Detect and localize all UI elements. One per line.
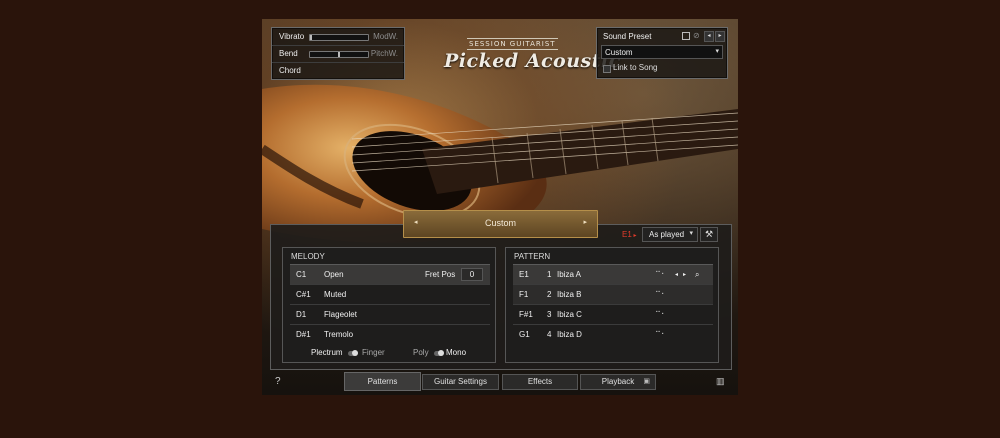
vibrato-slider-fill — [310, 35, 312, 40]
as-played-dropdown[interactable]: As played ▾ — [642, 227, 698, 242]
vibrato-source[interactable]: ModW. — [373, 32, 398, 41]
pattern-panel: PATTERN E1 1 Ibiza A ⠉⠂ ◂ ▸ ⌕ F1 2 Ibiza… — [505, 247, 719, 363]
selector-value: Custom — [484, 218, 516, 228]
tab-playback[interactable]: Playback ▣ — [580, 374, 656, 390]
chord-row[interactable]: Chord — [272, 62, 404, 79]
tab-label: Patterns — [367, 377, 398, 386]
bend-slider[interactable] — [309, 51, 369, 58]
logo-subtitle: SESSION GUITARIST — [467, 38, 558, 50]
pattern-name: Ibiza C — [557, 310, 582, 319]
melody-name: Tremolo — [324, 330, 354, 339]
poly-label: Poly — [413, 348, 429, 357]
pattern-row[interactable]: F#1 3 Ibiza C ⠉⠂ — [513, 304, 713, 324]
tab-guitar-settings[interactable]: Guitar Settings — [422, 374, 499, 390]
pattern-key: E1 — [519, 270, 529, 279]
melody-key: D#1 — [296, 330, 311, 339]
pattern-selector-bar[interactable]: ◂ Custom ▸ — [403, 210, 598, 238]
bend-row: Bend PitchW. — [272, 45, 404, 63]
melody-name: Flageolet — [324, 310, 357, 319]
pattern-row[interactable]: G1 4 Ibiza D ⠉⠂ — [513, 324, 713, 344]
vibrato-label: Vibrato — [279, 32, 305, 41]
pattern-number: 3 — [547, 310, 552, 319]
melody-name: Muted — [324, 290, 347, 299]
bend-label: Bend — [279, 49, 298, 58]
preset-prev-button[interactable]: ◂ — [704, 31, 714, 42]
tab-label: Effects — [527, 377, 553, 386]
pattern-steps-icon[interactable]: ⠉⠂ — [655, 310, 667, 319]
bend-source[interactable]: PitchW. — [371, 49, 398, 58]
chevron-down-icon: ▾ — [689, 230, 693, 237]
melody-row[interactable]: D1 Flageolet — [290, 304, 490, 324]
pattern-row[interactable]: F1 2 Ibiza B ⠉⠂ — [513, 284, 713, 304]
melody-header: MELODY — [291, 252, 325, 261]
pattern-number: 1 — [547, 270, 552, 279]
fret-pos-label: Fret Pos — [425, 270, 456, 279]
tab-patterns[interactable]: Patterns — [344, 372, 421, 391]
logo-title: Picked Acoustic — [444, 50, 621, 72]
finger-label: Finger — [362, 348, 385, 357]
pattern-prev-icon[interactable]: ◂ — [675, 271, 678, 278]
plectrum-finger-toggle[interactable]: Plectrum Finger — [311, 346, 391, 360]
search-icon[interactable]: ⌕ — [695, 270, 699, 280]
pattern-steps-icon[interactable]: ⠉⠂ — [655, 290, 667, 299]
melody-row[interactable]: D#1 Tremolo — [290, 324, 490, 344]
pattern-steps-icon[interactable]: ⠉⠂ — [655, 270, 667, 279]
link-to-song-checkbox[interactable] — [603, 65, 611, 73]
pattern-key: G1 — [519, 330, 530, 339]
vibrato-row: Vibrato ModW. — [272, 28, 404, 46]
wrench-button[interactable]: ⚒ — [700, 227, 718, 242]
melody-key: C#1 — [296, 290, 311, 299]
plectrum-label: Plectrum — [311, 348, 343, 357]
pattern-key-indicator[interactable]: E1 ▸ — [622, 230, 636, 239]
pattern-number: 2 — [547, 290, 552, 299]
tab-effects[interactable]: Effects — [502, 374, 578, 390]
pattern-number: 4 — [547, 330, 552, 339]
pattern-name: Ibiza B — [557, 290, 582, 299]
pattern-steps-icon[interactable]: ⠉⠂ — [655, 330, 667, 339]
selector-next-arrow[interactable]: ▸ — [583, 218, 587, 226]
pattern-name: Ibiza D — [557, 330, 582, 339]
mono-label: Mono — [446, 348, 467, 357]
chevron-down-icon: ▾ — [715, 48, 719, 55]
melody-key: D1 — [296, 310, 307, 319]
pattern-row[interactable]: E1 1 Ibiza A ⠉⠂ ◂ ▸ ⌕ — [513, 264, 713, 284]
chord-label: Chord — [279, 66, 301, 75]
melody-name: Open — [324, 270, 344, 279]
bottom-tab-bar: ? Patterns Guitar Settings Effects Playb… — [262, 372, 738, 395]
sound-preset-panel: Sound Preset ⊘ ◂ ▸ Custom ▾ Link to Song — [596, 27, 728, 79]
pattern-name: Ibiza A — [557, 270, 582, 279]
poly-mono-switch[interactable] — [434, 350, 444, 356]
pattern-key: F#1 — [519, 310, 533, 319]
melody-panel: MELODY C1 Open Fret Pos 0 C#1 Muted D1 F… — [282, 247, 496, 363]
preset-dropdown[interactable]: Custom ▾ — [601, 45, 723, 59]
fret-pos-field[interactable]: 0 — [461, 268, 483, 281]
lock-icon: ▣ — [643, 378, 650, 385]
vibrato-slider[interactable] — [309, 34, 369, 41]
plectrum-finger-switch[interactable] — [348, 350, 358, 356]
key-arrow-icon: ▸ — [631, 233, 637, 239]
melody-key: C1 — [296, 270, 307, 279]
keyboard-icon[interactable]: ▥ — [716, 376, 725, 387]
delete-icon[interactable]: ⊘ — [693, 31, 700, 40]
pattern-next-icon[interactable]: ▸ — [683, 271, 686, 278]
save-icon[interactable] — [682, 32, 690, 40]
performance-controls-panel: Vibrato ModW. Bend PitchW. Chord — [271, 27, 405, 80]
wrench-icon: ⚒ — [704, 229, 714, 239]
pattern-header: PATTERN — [514, 252, 551, 261]
sound-preset-title: Sound Preset — [603, 32, 652, 41]
help-icon[interactable]: ? — [275, 376, 281, 387]
tab-label: Guitar Settings — [434, 377, 487, 386]
tab-label: Playback — [601, 377, 635, 386]
poly-mono-toggle[interactable]: Poly Mono — [413, 346, 483, 360]
as-played-value: As played — [649, 230, 685, 239]
bend-slider-center-mark — [338, 52, 340, 57]
link-to-song-label: Link to Song — [613, 63, 658, 72]
pattern-key: F1 — [519, 290, 529, 299]
pattern-key-label: E1 — [622, 230, 632, 239]
plugin-window: Vibrato ModW. Bend PitchW. Chord SESSION… — [262, 19, 738, 395]
preset-next-button[interactable]: ▸ — [715, 31, 725, 42]
melody-row[interactable]: C#1 Muted — [290, 284, 490, 304]
melody-row[interactable]: C1 Open Fret Pos 0 — [290, 264, 490, 284]
preset-dropdown-value: Custom — [605, 48, 633, 57]
